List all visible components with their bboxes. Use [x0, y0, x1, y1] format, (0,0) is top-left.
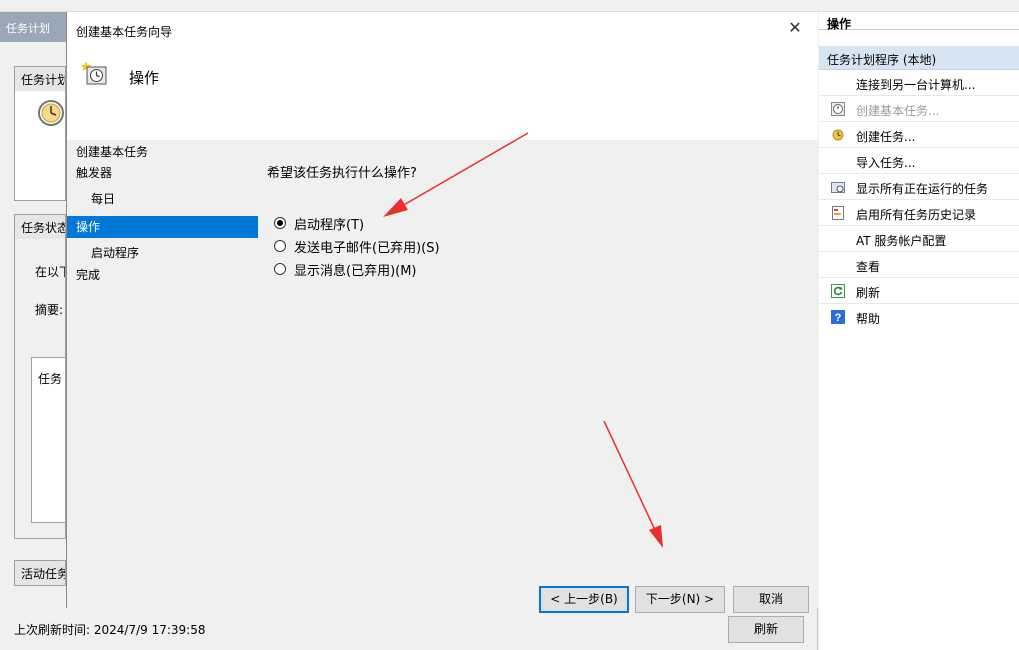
- action-create-task[interactable]: 创建任务...: [819, 122, 1019, 148]
- action-view-label: 查看: [856, 260, 881, 274]
- action-at-service-config[interactable]: AT 服务帐户配置: [819, 226, 1019, 252]
- wizard-clock-icon: [81, 61, 107, 85]
- dialog-titlebar: 创建基本任务向导 ✕: [67, 12, 818, 44]
- cancel-button[interactable]: 取消: [733, 586, 809, 613]
- group-title-active[interactable]: 活动任务: [14, 560, 66, 586]
- action-create-basic-task[interactable]: 创建基本任务...: [819, 96, 1019, 122]
- close-icon[interactable]: ✕: [772, 12, 818, 44]
- actions-pane: 操作 任务计划程序 (本地) 连接到另一台计算机... 创建基本任务... 创建…: [819, 12, 1019, 650]
- action-help-label: 帮助: [856, 312, 881, 326]
- group-title-overview[interactable]: 任务计划: [14, 66, 66, 92]
- step-trigger[interactable]: 触发器: [67, 162, 258, 184]
- help-icon: ?: [831, 310, 845, 324]
- main-window-title: 任务计划: [0, 12, 66, 42]
- option-show-message[interactable]: 显示消息(已弃用)(M): [274, 259, 417, 279]
- overview-box: [14, 91, 66, 201]
- actions-section-local[interactable]: 任务计划程序 (本地): [819, 46, 1019, 70]
- action-connect-computer[interactable]: 连接到另一台计算机...: [819, 70, 1019, 96]
- wizard-steps: 创建基本任务 触发器 每日 操作 启动程序 完成: [67, 140, 259, 320]
- action-import-task[interactable]: 导入任务...: [819, 148, 1019, 174]
- action-create-basic-task-label: 创建基本任务...: [856, 104, 940, 118]
- history-icon: [832, 206, 844, 220]
- action-enable-history[interactable]: 启用所有任务历史记录: [819, 200, 1019, 226]
- dialog-header: 操作: [67, 44, 818, 140]
- action-import-task-label: 导入任务...: [856, 156, 916, 170]
- dialog-title: 创建基本任务向导: [76, 25, 173, 39]
- step-finish[interactable]: 完成: [67, 264, 258, 286]
- action-refresh-label: 刷新: [856, 286, 881, 300]
- page-title: 操作: [129, 69, 160, 87]
- radio-show-message[interactable]: [274, 263, 286, 275]
- group-title-status[interactable]: 任务状态: [14, 214, 66, 240]
- option-start-program-label: 启动程序(T): [294, 217, 365, 233]
- summary-label: 摘要:: [35, 303, 64, 317]
- radio-send-email[interactable]: [274, 240, 286, 252]
- action-enable-history-label: 启用所有任务历史记录: [856, 208, 977, 222]
- action-show-running[interactable]: 显示所有正在运行的任务: [819, 174, 1019, 200]
- action-at-service-config-label: AT 服务帐户配置: [856, 234, 947, 248]
- action-help[interactable]: ? 帮助: [819, 304, 1019, 330]
- running-tasks-icon: [831, 182, 845, 193]
- action-question: 希望该任务执行什么操作?: [267, 166, 417, 181]
- step-create-basic-task[interactable]: 创建基本任务: [67, 141, 258, 163]
- action-view[interactable]: 查看: [819, 252, 1019, 278]
- status-box: 在以下 摘要: 任务: [14, 239, 66, 539]
- clock-wizard-icon: [831, 102, 845, 116]
- option-start-program[interactable]: 启动程序(T): [274, 213, 364, 233]
- clock-icon: [38, 100, 64, 126]
- dialog-body: 创建基本任务 触发器 每日 操作 启动程序 完成 希望该任务执行什么操作? 启动…: [67, 140, 818, 613]
- top-strip: [0, 0, 1019, 12]
- create-basic-task-wizard: 创建基本任务向导 ✕ 操作 创建基本任务 触发器 每日 操作 启动程序 完成 希…: [66, 12, 818, 613]
- actions-pane-header: 操作: [819, 12, 1019, 31]
- radio-start-program[interactable]: [274, 217, 286, 229]
- status-bar: 上次刷新时间: 2024/7/9 17:39:58: [0, 608, 818, 650]
- next-button[interactable]: 下一步(N) >: [635, 586, 725, 613]
- refresh-icon: [831, 284, 845, 298]
- step-start-program[interactable]: 启动程序: [67, 242, 258, 264]
- option-send-email[interactable]: 发送电子邮件(已弃用)(S): [274, 236, 440, 256]
- status-description: 在以下: [35, 265, 65, 279]
- action-create-task-label: 创建任务...: [856, 130, 916, 144]
- last-refresh-time: 上次刷新时间: 2024/7/9 17:39:58: [14, 623, 206, 637]
- svg-text:?: ?: [835, 312, 842, 324]
- clock-task-icon: [832, 129, 844, 141]
- back-button[interactable]: < 上一步(B): [539, 586, 629, 613]
- task-status-list[interactable]: 任务: [31, 357, 65, 523]
- refresh-button[interactable]: 刷新: [728, 616, 804, 643]
- step-daily[interactable]: 每日: [67, 188, 258, 210]
- option-show-message-label: 显示消息(已弃用)(M): [294, 263, 417, 279]
- step-action[interactable]: 操作: [67, 216, 258, 238]
- action-refresh[interactable]: 刷新: [819, 278, 1019, 304]
- task-list-label: 任务: [38, 372, 63, 386]
- action-show-running-label: 显示所有正在运行的任务: [856, 182, 989, 196]
- action-connect-computer-label: 连接到另一台计算机...: [856, 78, 976, 92]
- option-send-email-label: 发送电子邮件(已弃用)(S): [294, 240, 440, 256]
